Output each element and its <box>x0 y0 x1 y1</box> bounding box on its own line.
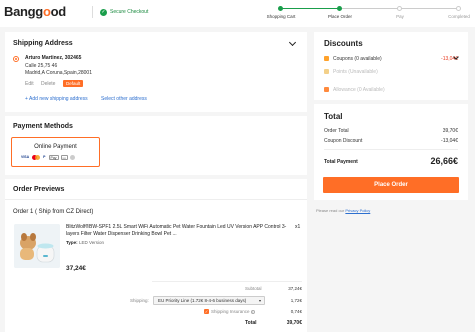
order-total-label: Total <box>245 320 257 326</box>
step-pay: Pay <box>396 14 404 19</box>
step-place-order: Place Order <box>327 14 353 19</box>
address-line-2: Madrid,A Coruna,Spain,28001 <box>25 70 92 76</box>
delete-address-link[interactable]: Delete <box>41 81 55 87</box>
ship-from-label: Order 1 ( Ship from CZ Direct) <box>13 209 94 215</box>
banggood-logo[interactable]: Banggood <box>4 4 66 19</box>
select-other-address-link[interactable]: Select other address <box>101 96 147 102</box>
secure-checkout-label: Secure Checkout <box>110 9 149 15</box>
shipping-label: Shipping: <box>130 298 149 303</box>
allowance-label: Allowance (0 Available) <box>333 86 385 93</box>
add-shipping-address-link[interactable]: + Add new shipping address <box>25 96 88 102</box>
product-title-link[interactable]: BlitzWolf®BW-SPF1 2.5L Smart WiFi Automa… <box>66 224 291 238</box>
step-completed: Completed <box>448 14 470 19</box>
paypal-icon: P <box>43 155 46 159</box>
allowance-icon <box>324 87 329 92</box>
info-icon[interactable]: i <box>250 309 255 314</box>
address-line-1: Calle 25,75 46 <box>25 63 58 69</box>
product-price: 37,24€ <box>66 265 86 272</box>
order-total-value: 39,70€ <box>442 128 458 134</box>
visa-icon: VISA <box>21 155 30 159</box>
shipping-insurance-checkbox[interactable]: ✓ <box>204 309 209 314</box>
product-quantity: x1 <box>295 224 301 230</box>
step-dot-completed <box>456 6 461 11</box>
mastercard-icon <box>32 155 41 160</box>
coupon-discount-value: -13,04€ <box>441 138 458 144</box>
payment-logos: VISA P Pay ▭ <box>20 155 75 160</box>
shipping-address-title: Shipping Address <box>13 40 73 47</box>
shipping-value: 1,72€ <box>290 298 302 303</box>
privacy-policy-link[interactable]: Privacy Policy <box>345 208 370 213</box>
step-dot-shopping-cart <box>278 6 283 11</box>
online-payment-option[interactable]: Online Payment VISA P Pay ▭ <box>11 137 100 167</box>
checkout-progress: Shopping Cart Place Order Pay Completed <box>267 6 470 20</box>
coupon-icon <box>324 56 329 61</box>
privacy-note: Please read our Privacy Policy <box>316 208 371 213</box>
apple-pay-icon: Pay <box>48 155 59 160</box>
coupons-row[interactable]: Coupons (0 available) <box>324 55 382 62</box>
divider <box>324 149 458 150</box>
divider <box>152 281 302 282</box>
allowance-row: Allowance (0 Available) <box>324 86 385 93</box>
shipping-method-select[interactable]: EU Priority Line (1.72€ 8-4-6 business d… <box>153 296 265 305</box>
order-total-label: Order Total <box>324 128 349 134</box>
points-icon <box>324 69 329 74</box>
more-payment-icon <box>69 155 75 160</box>
check-shield-icon: ✓ <box>100 8 107 16</box>
card-icon: ▭ <box>60 155 68 160</box>
subtotal-label: Subtotal <box>245 286 262 291</box>
place-order-button[interactable]: Place Order <box>323 177 459 193</box>
step-dot-pay <box>397 6 402 11</box>
secure-checkout-badge: ✓ Secure Checkout <box>92 6 148 18</box>
shipping-insurance-label: Shipping Insurance i <box>211 309 255 314</box>
online-payment-label: Online Payment <box>34 144 77 150</box>
total-payment-value: 26,66€ <box>430 156 458 166</box>
pet-fountain-image <box>14 224 60 268</box>
checkout-header: Banggood ✓ Secure Checkout Shopping Cart… <box>0 0 475 27</box>
coupon-discount-label: Coupon Discount <box>324 138 363 144</box>
payment-methods-title: Payment Methods <box>13 123 73 130</box>
order-total-value: 39,70€ <box>286 320 302 326</box>
points-row: Points (Unavailable) <box>324 68 378 75</box>
discounts-title: Discounts <box>324 39 363 48</box>
order-previews-title: Order Previews <box>13 186 65 193</box>
shipping-insurance-value: 0,74€ <box>290 309 302 314</box>
address-radio[interactable] <box>13 56 19 62</box>
progress-line-done <box>280 8 341 9</box>
product-type: Type: LED Version <box>66 240 104 245</box>
step-shopping-cart: Shopping Cart <box>266 14 296 19</box>
coupons-label: Coupons (0 available) <box>333 55 382 62</box>
total-payment-label: Total Payment <box>324 159 358 165</box>
total-title: Total <box>324 112 343 121</box>
points-label: Points (Unavailable) <box>333 68 378 75</box>
edit-address-link[interactable]: Edit <box>25 81 34 87</box>
product-image[interactable] <box>14 224 60 268</box>
address-name: Arturo Martinez, 302465 <box>25 55 82 61</box>
default-badge: Default <box>63 80 84 87</box>
step-dot-place-order <box>337 6 342 11</box>
divider <box>5 199 307 200</box>
subtotal-value: 37,24€ <box>288 286 302 291</box>
